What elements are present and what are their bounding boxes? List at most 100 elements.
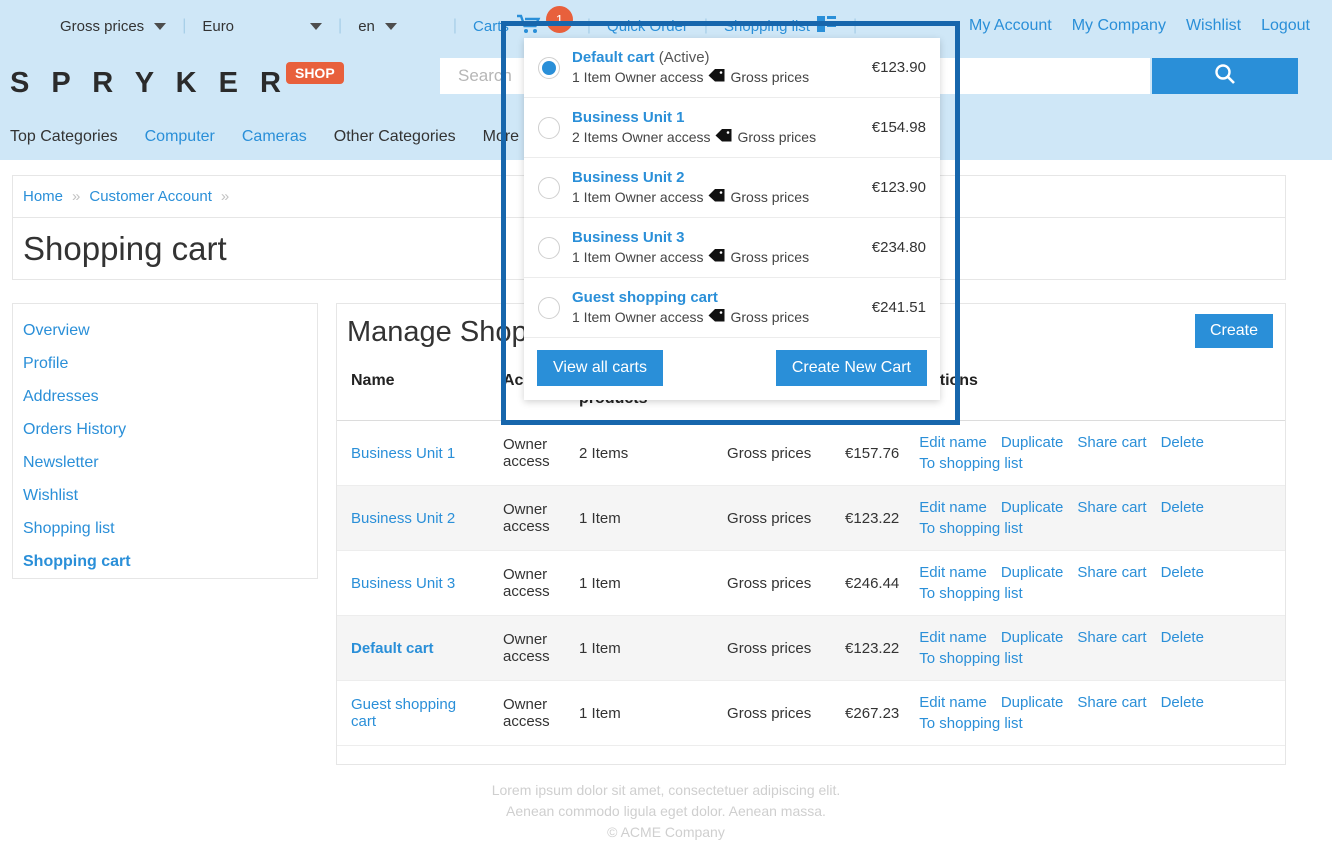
create-new-cart-button[interactable]: Create New Cart [775, 350, 927, 386]
share-cart-link[interactable]: Share cart [1077, 694, 1146, 711]
language-selector[interactable]: en [358, 18, 397, 35]
cart-dropdown-item-total: €241.51 [871, 299, 926, 316]
site-logo[interactable]: S P R Y K E R [10, 67, 288, 100]
cart-dropdown-item[interactable]: Business Unit 1 2 Items Owner access Gro… [524, 98, 940, 158]
duplicate-link[interactable]: Duplicate [1001, 629, 1064, 646]
delete-link[interactable]: Delete [1161, 434, 1204, 451]
delete-link[interactable]: Delete [1161, 564, 1204, 581]
price-tag-icon [708, 68, 726, 86]
to-shopping-list-link[interactable]: To shopping list [919, 585, 1022, 602]
sidebar-item-addresses[interactable]: Addresses [23, 388, 317, 406]
cart-dropdown-item-info: Business Unit 1 2 Items Owner access Gro… [572, 109, 872, 146]
sidebar-item-shopping-list[interactable]: Shopping list [23, 520, 317, 538]
cart-active-suffix: (Active) [654, 49, 710, 66]
create-button[interactable]: Create [1194, 314, 1273, 348]
delete-link[interactable]: Delete [1161, 629, 1204, 646]
share-cart-link[interactable]: Share cart [1077, 499, 1146, 516]
my-account-link[interactable]: My Account [969, 17, 1052, 35]
currency-selector[interactable]: Euro [202, 17, 323, 35]
shopping-list-link[interactable]: Shopping list [724, 18, 810, 35]
search-button[interactable] [1152, 58, 1298, 94]
nav-item-computer[interactable]: Computer [145, 128, 215, 146]
sidebar-item-wishlist[interactable]: Wishlist [23, 487, 317, 505]
radio-icon[interactable] [538, 296, 560, 319]
cart-dropdown-item-name[interactable]: Guest shopping cart [572, 289, 872, 306]
cart-dropdown-item[interactable]: Default cart (Active) 1 Item Owner acces… [524, 38, 940, 98]
cell-actions: Edit name Duplicate Share cart Delete To sh… [905, 420, 1285, 486]
logout-link[interactable]: Logout [1261, 17, 1310, 35]
nav-item-more[interactable]: More [483, 128, 519, 146]
cart-name-link[interactable]: Guest shopping cart [351, 696, 456, 730]
cell-total: €123.22 [831, 615, 906, 681]
sidebar-item-newsletter[interactable]: Newsletter [23, 454, 317, 472]
edit-name-link[interactable]: Edit name [919, 434, 987, 451]
price-mode-selector[interactable]: Gross prices [60, 17, 167, 35]
to-shopping-list-link[interactable]: To shopping list [919, 650, 1022, 667]
edit-name-link[interactable]: Edit name [919, 694, 987, 711]
sidebar-item-profile[interactable]: Profile [23, 355, 317, 373]
duplicate-link[interactable]: Duplicate [1001, 499, 1064, 516]
carts-menu-trigger[interactable]: Carts 1 [473, 6, 574, 38]
cell-products: 1 Item [565, 550, 714, 616]
radio-icon[interactable] [538, 176, 560, 199]
cart-name-link[interactable]: Default cart [351, 640, 434, 657]
column-header-actions: Actions [905, 360, 1285, 421]
sidebar-item-overview[interactable]: Overview [23, 322, 317, 340]
cart-name-link[interactable]: Business Unit 1 [351, 445, 455, 462]
breadcrumb-item-home[interactable]: Home [23, 188, 63, 205]
cell-prices: Gross prices [713, 550, 832, 616]
edit-name-link[interactable]: Edit name [919, 629, 987, 646]
currency-label: Euro [202, 17, 235, 35]
edit-name-link[interactable]: Edit name [919, 564, 987, 581]
radio-icon-selected[interactable] [538, 56, 560, 79]
cart-dropdown-item-total: €154.98 [871, 119, 926, 136]
cell-access: Owner access [489, 420, 566, 486]
share-cart-link[interactable]: Share cart [1077, 434, 1146, 451]
column-header-name: Name [337, 360, 489, 421]
radio-icon[interactable] [538, 236, 560, 259]
radio-icon[interactable] [538, 116, 560, 139]
breadcrumb-item-customer-account[interactable]: Customer Account [89, 188, 212, 205]
carts-label[interactable]: Carts [473, 18, 509, 35]
cart-dropdown-item-name[interactable]: Business Unit 3 [572, 229, 872, 246]
my-company-link[interactable]: My Company [1072, 17, 1166, 35]
edit-name-link[interactable]: Edit name [919, 499, 987, 516]
duplicate-link[interactable]: Duplicate [1001, 694, 1064, 711]
nav-item-cameras[interactable]: Cameras [242, 128, 307, 146]
view-all-carts-button[interactable]: View all carts [537, 350, 663, 386]
to-shopping-list-link[interactable]: To shopping list [919, 715, 1022, 732]
price-tag-icon [715, 128, 733, 146]
cart-dropdown-item[interactable]: Business Unit 3 1 Item Owner access Gros… [524, 218, 940, 278]
nav-item-other-categories[interactable]: Other Categories [334, 128, 456, 146]
cart-dropdown-item-name[interactable]: Default cart (Active) [572, 49, 872, 66]
wishlist-link[interactable]: Wishlist [1186, 17, 1241, 35]
cart-dropdown-item-meta: 1 Item Owner access Gross prices [572, 68, 872, 86]
share-cart-link[interactable]: Share cart [1077, 564, 1146, 581]
page-title: Shopping cart [23, 229, 227, 267]
sidebar-item-orders-history[interactable]: Orders History [23, 421, 317, 439]
cell-name: Business Unit 3 [337, 550, 489, 616]
cart-dropdown-item[interactable]: Guest shopping cart 1 Item Owner access … [524, 278, 940, 338]
chevron-down-icon [154, 22, 167, 30]
duplicate-link[interactable]: Duplicate [1001, 564, 1064, 581]
duplicate-link[interactable]: Duplicate [1001, 434, 1064, 451]
delete-link[interactable]: Delete [1161, 499, 1204, 516]
cart-dropdown-item-name[interactable]: Business Unit 2 [572, 169, 872, 186]
cart-dropdown-item[interactable]: Business Unit 2 1 Item Owner access Gros… [524, 158, 940, 218]
utility-bar-left: Gross prices | Euro | en [0, 17, 397, 35]
cart-dropdown-item-name[interactable]: Business Unit 1 [572, 109, 872, 126]
cart-name-link[interactable]: Business Unit 3 [351, 575, 455, 592]
nav-item-top-categories[interactable]: Top Categories [10, 128, 118, 146]
cell-prices: Gross prices [713, 485, 832, 551]
sidebar-item-shopping-cart[interactable]: Shopping cart [23, 553, 317, 571]
to-shopping-list-link[interactable]: To shopping list [919, 520, 1022, 537]
price-mode-label: Gross prices [60, 17, 145, 35]
quick-order-link[interactable]: Quick Order [607, 18, 688, 35]
delete-link[interactable]: Delete [1161, 694, 1204, 711]
share-cart-link[interactable]: Share cart [1077, 629, 1146, 646]
cart-dropdown-item-meta: 1 Item Owner access Gross prices [572, 308, 872, 326]
cart-name-link[interactable]: Business Unit 2 [351, 510, 455, 527]
divider: | [182, 17, 187, 34]
to-shopping-list-link[interactable]: To shopping list [919, 455, 1022, 472]
divider: | [703, 17, 709, 34]
